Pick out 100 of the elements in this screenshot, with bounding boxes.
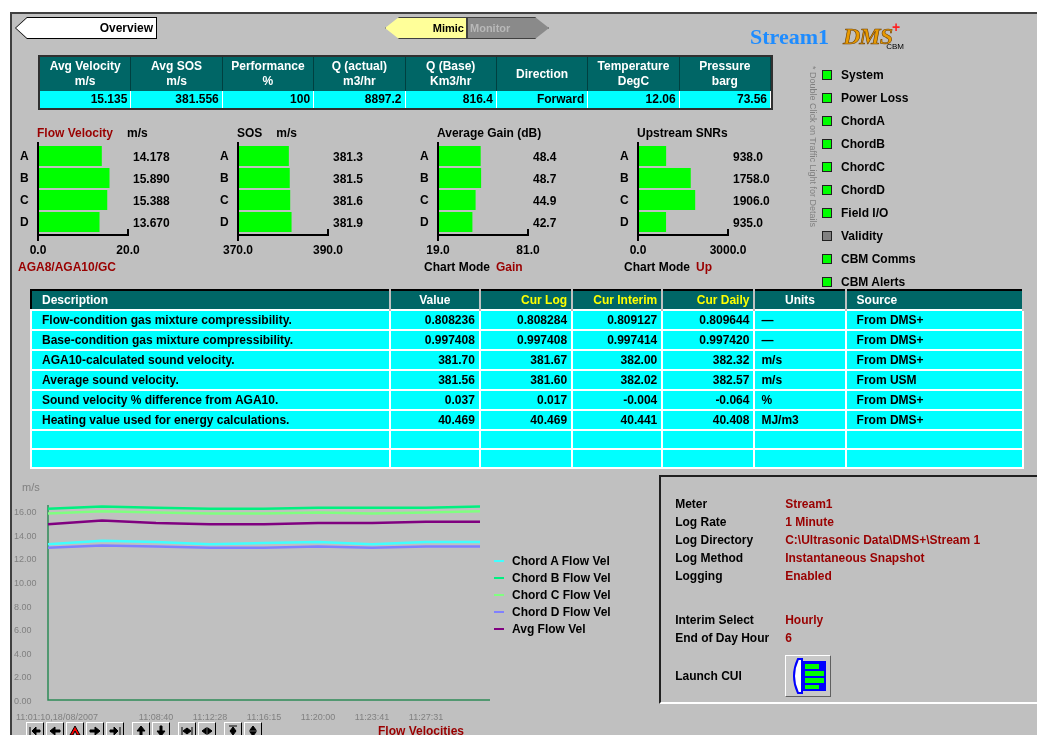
table-cell: 381.56 xyxy=(389,370,480,390)
summary-value: 12.06 xyxy=(588,91,680,108)
table-cell: m/s xyxy=(754,350,846,370)
table-cell: 381.67 xyxy=(479,350,573,370)
bar xyxy=(39,212,100,232)
forward-button[interactable] xyxy=(86,722,104,735)
scroll-down-button[interactable] xyxy=(152,722,170,735)
status-light[interactable] xyxy=(822,253,832,264)
status-label: ChordC xyxy=(841,158,885,176)
status-light[interactable] xyxy=(822,207,832,218)
zoom-in-y-button[interactable] xyxy=(224,722,242,735)
tick-label: 11:20:00 xyxy=(300,712,336,722)
tick-label: 19.0 xyxy=(426,243,450,257)
table-cell: — xyxy=(754,330,846,350)
field-value: Instantaneous Snapshot xyxy=(785,550,925,567)
status-light[interactable] xyxy=(822,138,832,149)
reading: 13.670 xyxy=(133,216,170,230)
column-header: Cur Daily xyxy=(662,290,755,310)
table-cell: m/s xyxy=(754,370,846,390)
zoom-out-y-button[interactable] xyxy=(244,722,262,735)
status-label: System xyxy=(841,66,884,84)
zoom-in-x-button[interactable] xyxy=(178,722,196,735)
back-button[interactable] xyxy=(46,722,64,735)
reading: 44.9 xyxy=(533,194,557,208)
tick-label: 11:16:15 xyxy=(246,712,282,722)
tick-label: 14.00 xyxy=(14,530,37,541)
view-tab[interactable]: Mimic xyxy=(385,17,467,39)
legend-label: Chord A Flow Vel xyxy=(512,552,610,570)
reading: 381.9 xyxy=(333,216,364,230)
status-light[interactable] xyxy=(822,115,832,126)
table-cell: 381.70 xyxy=(389,350,480,370)
category-label: C xyxy=(220,193,229,207)
status-light[interactable] xyxy=(822,230,832,241)
tick-label: 11:27:31 xyxy=(408,712,444,722)
status-light[interactable] xyxy=(822,92,832,103)
legend-label: Chord B Flow Vel xyxy=(512,569,611,587)
chart-mode-label: Chart Mode xyxy=(624,259,690,276)
category-label: B xyxy=(20,171,29,185)
category-label: A xyxy=(420,149,429,163)
legend-label: Chord D Flow Vel xyxy=(512,603,611,621)
bar xyxy=(639,146,667,166)
launch-cui-button[interactable] xyxy=(785,655,832,697)
tick-label: 16.00 xyxy=(14,507,37,518)
reading: 381.6 xyxy=(333,194,364,208)
overview-button[interactable]: Overview xyxy=(15,17,157,39)
summary-value: 100 xyxy=(222,91,315,108)
summary-value: 8897.2 xyxy=(314,91,406,108)
skip-start-icon xyxy=(29,725,41,735)
status-label: Validity xyxy=(841,227,884,245)
tick-label: 20.0 xyxy=(116,243,140,257)
table-cell: Base-condition gas mixture compressibility. xyxy=(31,330,390,350)
status-label: ChordD xyxy=(841,181,885,199)
category-label: D xyxy=(220,215,229,229)
arrow-down-icon xyxy=(155,725,167,735)
column-header: Value xyxy=(389,290,480,310)
chart-mode-value[interactable]: Up xyxy=(696,258,712,276)
field-label: Logging xyxy=(675,568,724,585)
table-cell: MJ/m3 xyxy=(754,410,846,430)
status-light[interactable] xyxy=(822,161,832,172)
first-button[interactable] xyxy=(26,722,44,735)
status-light[interactable] xyxy=(822,184,832,195)
bar xyxy=(39,146,102,166)
column-header: Cur Interim xyxy=(572,290,663,310)
table-cell: 0.809644 xyxy=(662,310,755,330)
status-label: ChordA xyxy=(841,112,885,130)
chart-mode-value[interactable]: Gain xyxy=(496,258,523,276)
category-label: B xyxy=(620,171,629,185)
bar xyxy=(439,190,476,210)
table-cell: 0.809127 xyxy=(572,310,663,330)
field-value: Stream1 xyxy=(785,496,833,513)
scroll-up-button[interactable] xyxy=(132,722,150,735)
table-cell: 0.997420 xyxy=(662,330,755,350)
bar xyxy=(239,212,292,232)
tick-label: 370.0 xyxy=(223,243,253,257)
chart-title: Flow Velocities xyxy=(378,723,465,735)
zoom-out-x-button[interactable] xyxy=(198,722,216,735)
bar xyxy=(639,190,696,210)
reset-button[interactable] xyxy=(66,722,84,735)
last-button[interactable] xyxy=(106,722,124,735)
table-cell: % xyxy=(754,390,846,410)
category-label: A xyxy=(20,149,29,163)
tick-label: 4.00 xyxy=(14,648,32,659)
table-cell: -0.004 xyxy=(572,390,663,410)
field-label: Log Rate xyxy=(675,514,728,531)
table-cell: — xyxy=(754,310,846,330)
tick-label: 10.00 xyxy=(14,578,37,588)
table-cell: From DMS+ xyxy=(845,390,1023,410)
reading: 48.4 xyxy=(533,150,557,164)
tick-label: 0.0 xyxy=(29,243,47,257)
column-header: Units xyxy=(754,290,846,310)
table-cell: Heating value used for energy calculations. xyxy=(31,410,390,430)
tick-label: 81.0 xyxy=(516,243,540,257)
table-cell: 0.808236 xyxy=(389,310,480,330)
status-light[interactable] xyxy=(822,69,832,80)
chart-mode-label: Chart Mode xyxy=(424,259,490,276)
tick-label: 0.0 xyxy=(629,243,647,257)
status-light[interactable] xyxy=(822,276,832,287)
table-cell: 382.57 xyxy=(662,370,755,390)
tick-label: 11:08:40 xyxy=(138,712,174,722)
table-cell: 0.017 xyxy=(479,390,573,410)
